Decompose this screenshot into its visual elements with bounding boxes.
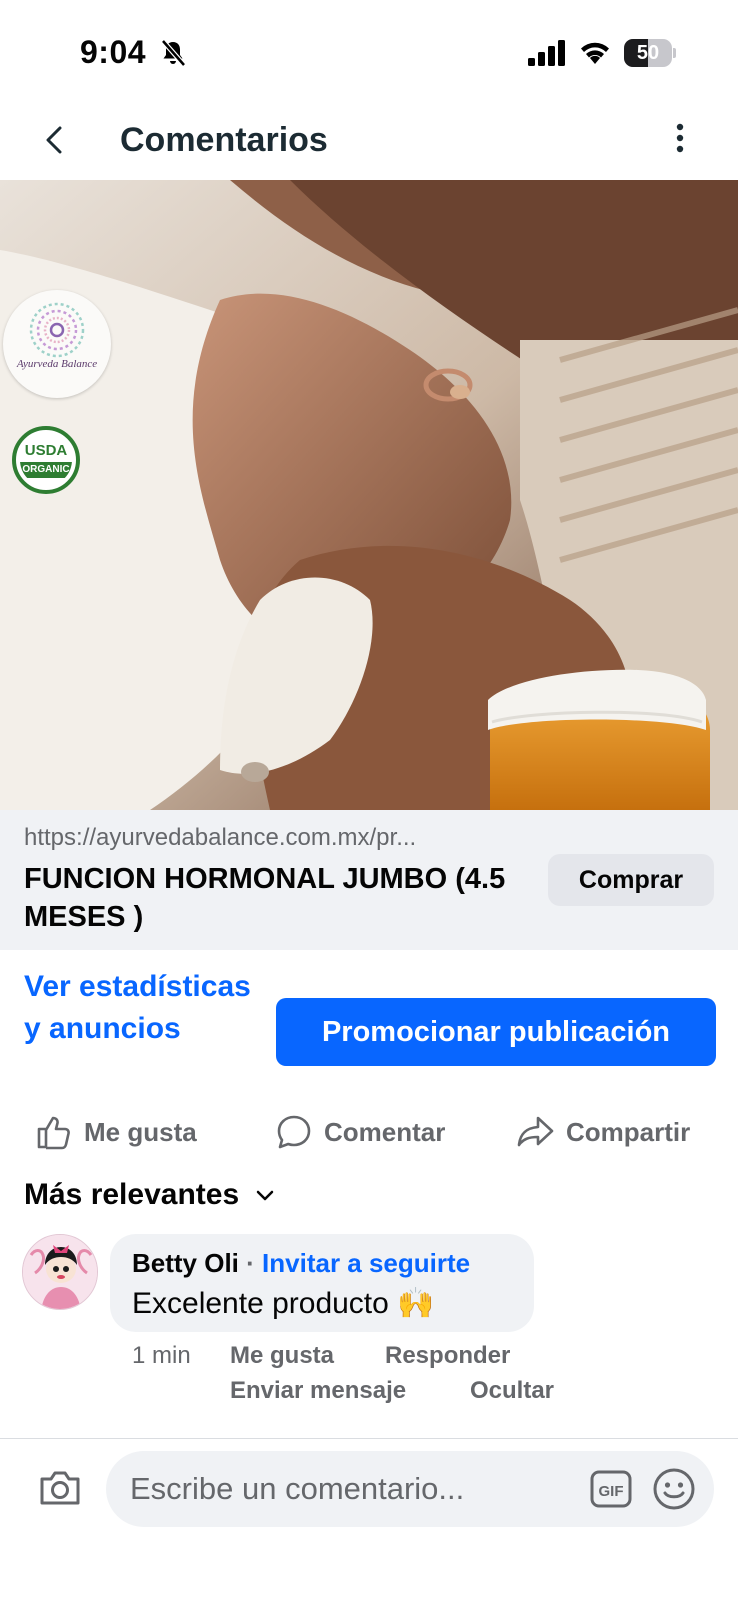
comment-input[interactable]: Escribe un comentario... GIF <box>106 1451 714 1527</box>
comment-timestamp: 1 min <box>132 1342 191 1369</box>
organic-label: ORGANIC <box>20 462 72 478</box>
view-insights-link[interactable]: Ver estadísticas y anuncios <box>24 966 264 1050</box>
like-button[interactable]: Me gusta <box>34 1102 197 1162</box>
link-preview-card[interactable]: https://ayurvedabalance.com.mx/pr... FUN… <box>0 810 738 950</box>
sort-label: Más relevantes <box>24 1178 240 1211</box>
emoji-icon[interactable] <box>652 1467 696 1511</box>
brand-logo: Ayurveda Balance <box>3 290 111 398</box>
battery-percent: 50 <box>636 42 660 64</box>
post-photo-illustration <box>0 180 738 810</box>
invite-follow-link[interactable]: Invitar a seguirte <box>262 1248 470 1278</box>
comment-like-link[interactable]: Me gusta <box>230 1342 334 1370</box>
usda-organic-seal: USDA ORGANIC <box>12 426 80 494</box>
status-bar: 9:04 50 <box>0 0 738 100</box>
comment-bubble[interactable]: Betty Oli · Invitar a seguirte Excelente… <box>110 1234 534 1332</box>
comment-button[interactable]: Comentar <box>274 1102 445 1162</box>
gif-label: GIF <box>599 1483 624 1500</box>
comment-reply-link[interactable]: Responder <box>385 1342 510 1370</box>
comment-text: Excelente producto 🙌 <box>132 1287 435 1320</box>
page-title: Comentarios <box>120 121 328 159</box>
camera-icon[interactable] <box>38 1467 82 1507</box>
comment-author[interactable]: Betty Oli <box>132 1248 239 1278</box>
status-time: 9:04 <box>80 34 147 70</box>
like-label: Me gusta <box>84 1116 197 1147</box>
spiral-logo-icon <box>29 302 85 358</box>
hide-comment-link[interactable]: Ocultar <box>470 1377 554 1405</box>
comment-bubble-icon <box>277 1115 311 1149</box>
comment-sort-dropdown[interactable]: Más relevantes <box>24 1174 277 1216</box>
bell-muted-icon <box>161 39 186 67</box>
comment-composer: Escribe un comentario... GIF <box>0 1438 738 1600</box>
send-message-link[interactable]: Enviar mensaje <box>230 1377 406 1405</box>
wifi-icon <box>581 42 609 64</box>
brand-name: Ayurveda Balance <box>16 358 98 370</box>
gif-icon[interactable]: GIF <box>590 1469 632 1509</box>
shop-now-button[interactable]: Comprar <box>548 854 714 906</box>
cellular-signal-icon <box>528 40 565 66</box>
comment-separator: · <box>238 1248 263 1278</box>
battery-indicator: 50 <box>624 39 676 67</box>
post-actions: Me gusta Comentar Compartir <box>0 1102 738 1162</box>
share-button[interactable]: Compartir <box>516 1102 690 1162</box>
commenter-avatar[interactable] <box>22 1234 98 1310</box>
comment-input-placeholder: Escribe un comentario... <box>130 1471 465 1506</box>
comment-label: Comentar <box>324 1116 446 1147</box>
more-options-icon[interactable] <box>668 116 692 160</box>
app-header: Comentarios <box>0 100 738 180</box>
back-arrow-icon[interactable] <box>40 118 70 162</box>
link-url: https://ayurvedabalance.com.mx/pr... <box>24 824 417 851</box>
share-arrow-icon <box>517 1116 554 1147</box>
thumbs-up-icon <box>37 1116 70 1150</box>
usda-label: USDA <box>24 442 68 459</box>
comment-author-line: Betty Oli · Invitar a seguirte <box>132 1248 470 1279</box>
boost-post-button[interactable]: Promocionar publicación <box>276 998 716 1066</box>
chevron-down-icon <box>256 1190 274 1201</box>
share-label: Compartir <box>566 1116 691 1147</box>
post-image[interactable]: Ayurveda Balance USDA ORGANIC <box>0 180 738 810</box>
product-title: FUNCION HORMONAL JUMBO (4.5 MESES ) <box>24 863 506 933</box>
avatar-illustration <box>23 1235 97 1309</box>
